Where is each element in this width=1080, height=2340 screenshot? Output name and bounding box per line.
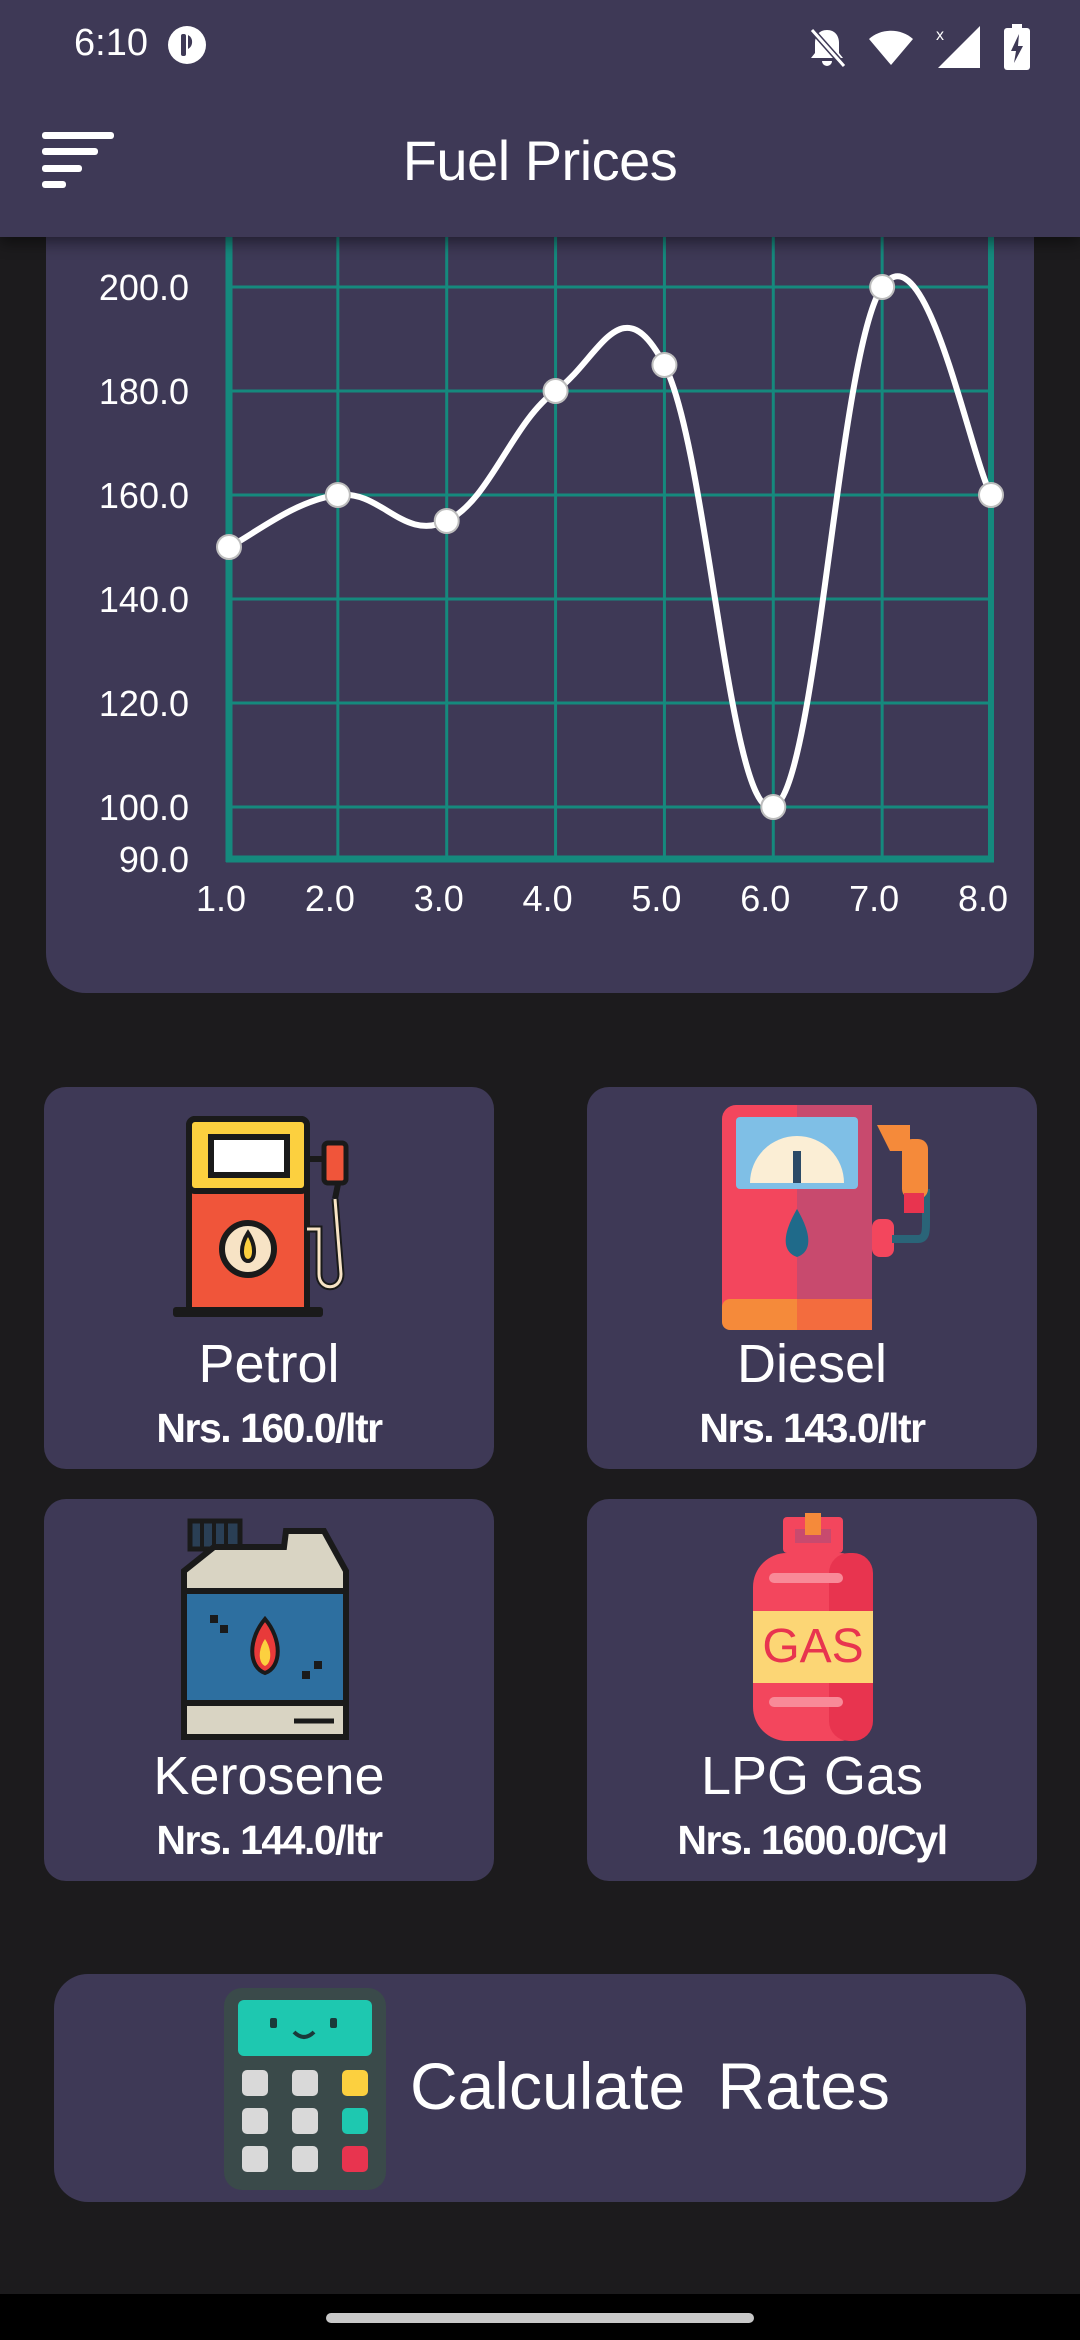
calculate-rates-label: Calculate Rates	[410, 2049, 890, 2123]
y-tick-label: 140.0	[99, 579, 189, 620]
data-point	[978, 482, 1004, 508]
data-point	[433, 508, 460, 534]
data-point	[760, 794, 787, 820]
status-time: 6:10	[74, 22, 148, 64]
fuel-price: Nrs. 143.0/ltr	[699, 1405, 926, 1451]
y-tick-label: 100.0	[99, 787, 189, 828]
data-point	[869, 274, 896, 300]
fuel-name: Petrol	[198, 1334, 340, 1394]
x-tick-label: 8.0	[958, 878, 1008, 919]
gas-cylinder-icon: GAS	[753, 1513, 873, 1741]
x-tick-label: 7.0	[849, 878, 899, 919]
fuel-price: Nrs. 1600.0/Cyl	[677, 1817, 948, 1863]
fuel-price: Nrs. 160.0/ltr	[156, 1405, 383, 1451]
price-series-line	[227, 273, 994, 811]
status-icons: x	[808, 22, 1030, 72]
y-tick-label: 160.0	[99, 475, 189, 516]
x-tick-label: 3.0	[414, 878, 464, 919]
home-gesture-handle[interactable]	[326, 2313, 754, 2323]
fuel-price: Nrs. 144.0/ltr	[156, 1817, 383, 1863]
price-history-chart-card: 200.0 180.0 160.0 140.0 120.0 100.0 90.0 1.0 2.0…	[46, 150, 1034, 993]
calculate-rates-button[interactable]: Calculate Rates	[54, 1974, 1026, 2202]
bell-off-icon	[809, 28, 846, 68]
wifi-icon	[869, 30, 913, 65]
y-tick-label: 180.0	[99, 371, 189, 412]
fuel-name: Kerosene	[153, 1746, 385, 1806]
y-tick-label: 90.0	[119, 839, 189, 880]
gas-label-text: GAS	[762, 1620, 863, 1673]
kerosene-card[interactable]: Kerosene Nrs. 144.0/ltr	[44, 1499, 494, 1881]
x-tick-label: 2.0	[305, 878, 355, 919]
page-title: Fuel Prices	[402, 129, 678, 192]
x-tick-label: 1.0	[196, 878, 246, 919]
y-tick-label: 120.0	[99, 683, 189, 724]
x-tick-label: 6.0	[740, 878, 790, 919]
fuel-name: Diesel	[736, 1334, 888, 1394]
profile-badge-icon	[168, 26, 206, 64]
data-point	[651, 352, 678, 378]
petrol-pump-icon	[173, 1116, 349, 1317]
data-point	[216, 534, 242, 560]
lpg-gas-card[interactable]: GAS LPG Gas Nrs. 1600.0/Cyl	[587, 1499, 1037, 1881]
top-app-bar: 6:10 x Fuel Prices	[0, 0, 1080, 237]
diesel-card[interactable]: Diesel Nrs. 143.0/ltr	[587, 1087, 1037, 1469]
y-tick-label: 200.0	[99, 267, 189, 308]
svg-text:x: x	[936, 27, 944, 44]
petrol-card[interactable]: Petrol Nrs. 160.0/ltr	[44, 1087, 494, 1469]
kerosene-jerrycan-icon	[181, 1518, 349, 1740]
price-line-chart: 200.0 180.0 160.0 140.0 120.0 100.0 90.01.0 2.0…	[99, 230, 1008, 919]
x-tick-label: 5.0	[631, 878, 681, 919]
x-tick-label: 4.0	[523, 878, 573, 919]
calculator-icon	[224, 1988, 386, 2190]
battery-charging-icon	[1004, 24, 1030, 70]
data-point	[324, 482, 351, 508]
data-point	[542, 378, 569, 404]
signal-icon: x	[936, 26, 980, 68]
fuel-name: LPG Gas	[700, 1746, 924, 1806]
diesel-pump-icon	[722, 1105, 930, 1330]
